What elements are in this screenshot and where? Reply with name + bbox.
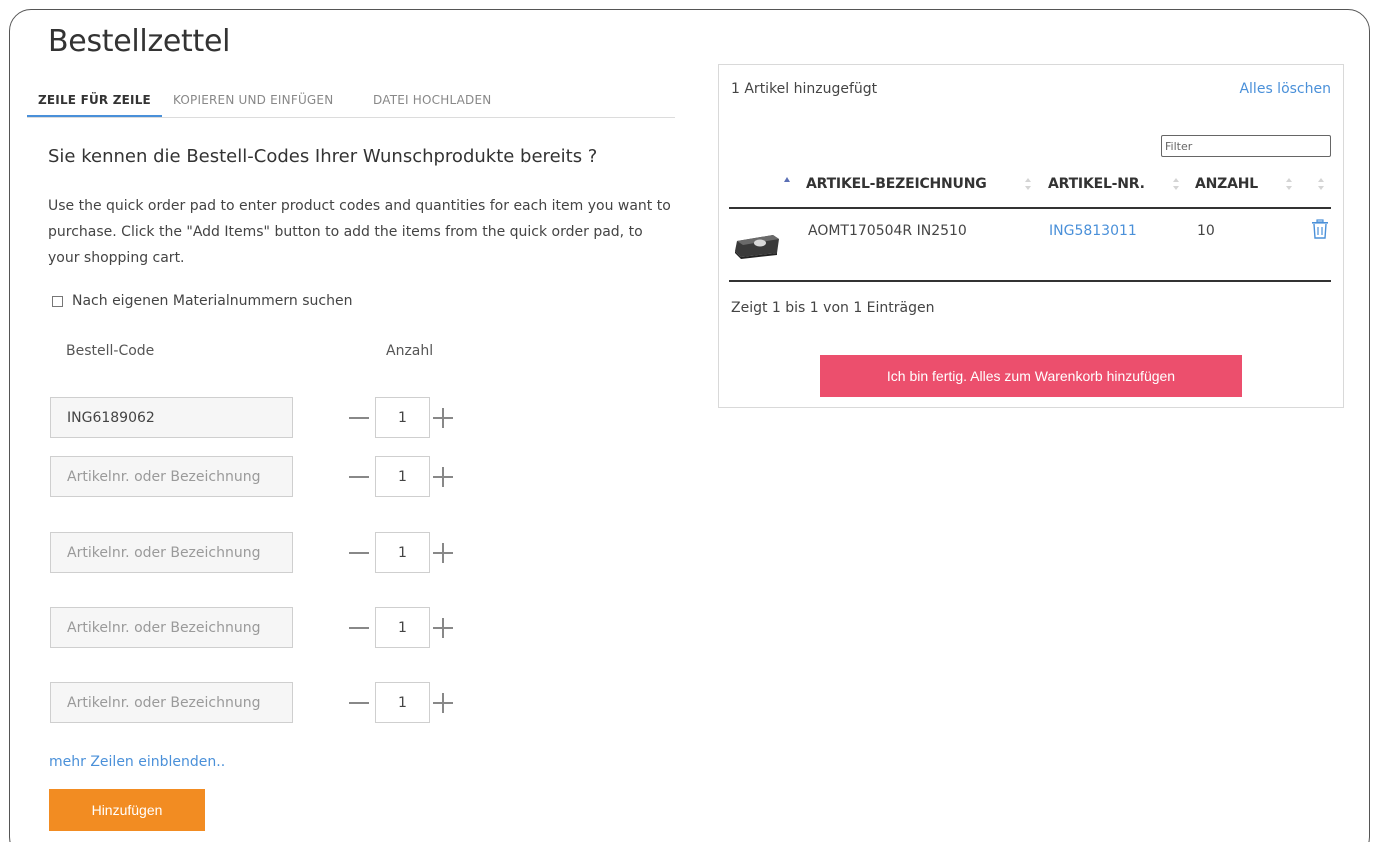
intro-description: Use the quick order pad to enter product… <box>48 198 671 266</box>
quantity-field[interactable]: 1 <box>375 607 430 648</box>
sort-icon[interactable] <box>1317 175 1325 193</box>
added-items-count: 1 Artikel hinzugefügt <box>731 81 878 97</box>
order-code-input[interactable] <box>50 397 293 438</box>
quantity-increase-button[interactable] <box>432 617 454 639</box>
sort-ascending-icon[interactable] <box>784 177 792 185</box>
own-material-numbers-option[interactable]: Nach eigenen Materialnummern suchen <box>52 293 352 309</box>
quantity-decrease-button[interactable] <box>348 692 370 714</box>
tab-file-upload[interactable]: DATEI HOCHLADEN <box>373 93 491 113</box>
own-material-numbers-checkbox[interactable] <box>52 295 63 307</box>
tab-line-by-line[interactable]: ZEILE FÜR ZEILE <box>38 93 151 113</box>
table-footer-divider <box>729 280 1331 282</box>
column-header-article-number[interactable]: ARTIKEL-NR. <box>1048 176 1145 192</box>
quantity-increase-button[interactable] <box>432 542 454 564</box>
quantity-field[interactable]: 1 <box>375 532 430 573</box>
table-filter-input[interactable] <box>1161 135 1331 157</box>
quantity-field[interactable]: 1 <box>375 682 430 723</box>
quantity-decrease-button[interactable] <box>348 466 370 488</box>
item-quantity: 10 <box>1197 223 1215 239</box>
item-description: AOMT170504R IN2510 <box>808 223 967 239</box>
intro-headline: Sie kennen die Bestell-Codes Ihrer Wunsc… <box>48 146 598 167</box>
entries-info: Zeigt 1 bis 1 von 1 Einträgen <box>731 300 935 316</box>
show-more-rows-link[interactable]: mehr Zeilen einblenden.. <box>49 754 225 770</box>
order-tabs: ZEILE FÜR ZEILE KOPIEREN UND EINFÜGEN DA… <box>27 90 675 118</box>
quantity-field[interactable]: 1 <box>375 456 430 497</box>
insert-product-icon <box>735 235 779 259</box>
page-title: Bestellzettel <box>48 24 231 59</box>
own-material-numbers-label: Nach eigenen Materialnummern suchen <box>72 293 353 309</box>
quantity-field[interactable]: 1 <box>375 397 430 438</box>
order-code-input[interactable] <box>50 456 293 497</box>
order-code-header: Bestell-Code <box>66 343 155 359</box>
tab-copy-paste[interactable]: KOPIEREN UND EINFÜGEN <box>173 93 333 113</box>
active-tab-indicator <box>27 115 162 117</box>
quantity-decrease-button[interactable] <box>348 542 370 564</box>
trash-icon[interactable] <box>1311 219 1329 239</box>
sort-icon[interactable] <box>1172 175 1180 193</box>
order-code-input[interactable] <box>50 532 293 573</box>
quantity-increase-button[interactable] <box>432 466 454 488</box>
sort-icon[interactable] <box>1285 175 1293 193</box>
quantity-increase-button[interactable] <box>432 692 454 714</box>
column-header-description[interactable]: ARTIKEL-BEZEICHNUNG <box>806 176 987 192</box>
added-items-panel: 1 Artikel hinzugefügt Alles löschen ARTI… <box>718 64 1344 408</box>
column-header-quantity[interactable]: ANZAHL <box>1195 176 1258 192</box>
item-article-number-link[interactable]: ING5813011 <box>1049 223 1137 239</box>
quantity-decrease-button[interactable] <box>348 617 370 639</box>
sort-icon[interactable] <box>1024 175 1032 193</box>
quantity-decrease-button[interactable] <box>348 407 370 429</box>
order-code-input[interactable] <box>50 682 293 723</box>
quantity-header: Anzahl <box>386 343 434 359</box>
quantity-increase-button[interactable] <box>432 407 454 429</box>
order-code-input[interactable] <box>50 607 293 648</box>
add-items-button[interactable]: Hinzufügen <box>49 789 205 831</box>
clear-all-link[interactable]: Alles löschen <box>1239 81 1331 97</box>
table-header-divider <box>729 207 1331 209</box>
add-all-to-cart-button[interactable]: Ich bin fertig. Alles zum Warenkorb hinz… <box>820 355 1242 397</box>
